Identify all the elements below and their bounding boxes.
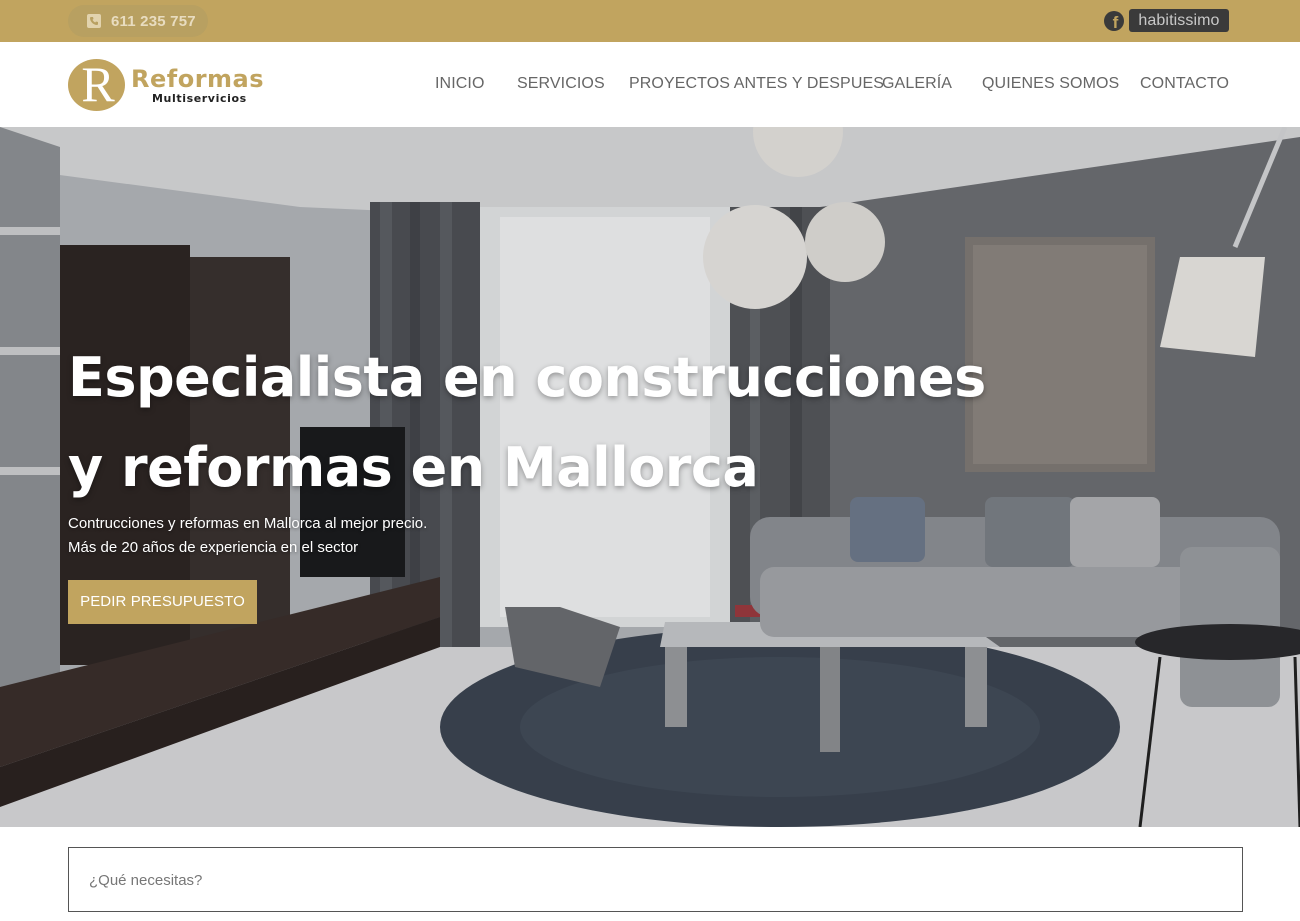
- facebook-icon[interactable]: f: [1104, 11, 1124, 31]
- hero-section: Especialista en construcciones y reforma…: [0, 127, 1300, 827]
- site-header: R Reformas Multiservicios INICIO SERVICI…: [0, 42, 1300, 127]
- nav-servicios[interactable]: SERVICIOS: [517, 75, 605, 97]
- service-search-input[interactable]: [89, 868, 1189, 892]
- nav-quienes-somos[interactable]: QUIENES SOMOS: [982, 75, 1119, 97]
- request-quote-button[interactable]: PEDIR PRESUPUESTO: [68, 580, 257, 624]
- logo-mark: R: [81, 56, 115, 112]
- nav-contacto[interactable]: CONTACTO: [1140, 75, 1229, 97]
- logo-wordmark: Reformas: [131, 65, 265, 93]
- habitissimo-link[interactable]: habitissimo: [1129, 9, 1229, 32]
- top-bar: 611 235 757 f habitissimo: [0, 0, 1300, 42]
- nav-proyectos[interactable]: PROYECTOS ANTES Y DESPUES: [629, 75, 884, 97]
- phone-number: 611 235 757: [111, 12, 196, 30]
- phone-icon: [87, 14, 101, 28]
- nav-galeria[interactable]: GALERÍA: [882, 75, 952, 97]
- nav-inicio[interactable]: INICIO: [435, 75, 485, 97]
- hero-subtitle-line-1: Contrucciones y reformas en Mallorca al …: [68, 515, 428, 532]
- logo-subtitle: Multiservicios: [152, 92, 247, 105]
- phone-button[interactable]: 611 235 757: [68, 5, 208, 37]
- hero-subtitle-line-2: Más de 20 años de experiencia en el sect…: [68, 539, 359, 556]
- hero-title-line-2: y reformas en Mallorca: [68, 436, 759, 499]
- hero-title-line-1: Especialista en construcciones: [68, 346, 986, 409]
- service-search-box[interactable]: [68, 847, 1243, 912]
- logo[interactable]: R Reformas Multiservicios: [68, 58, 268, 114]
